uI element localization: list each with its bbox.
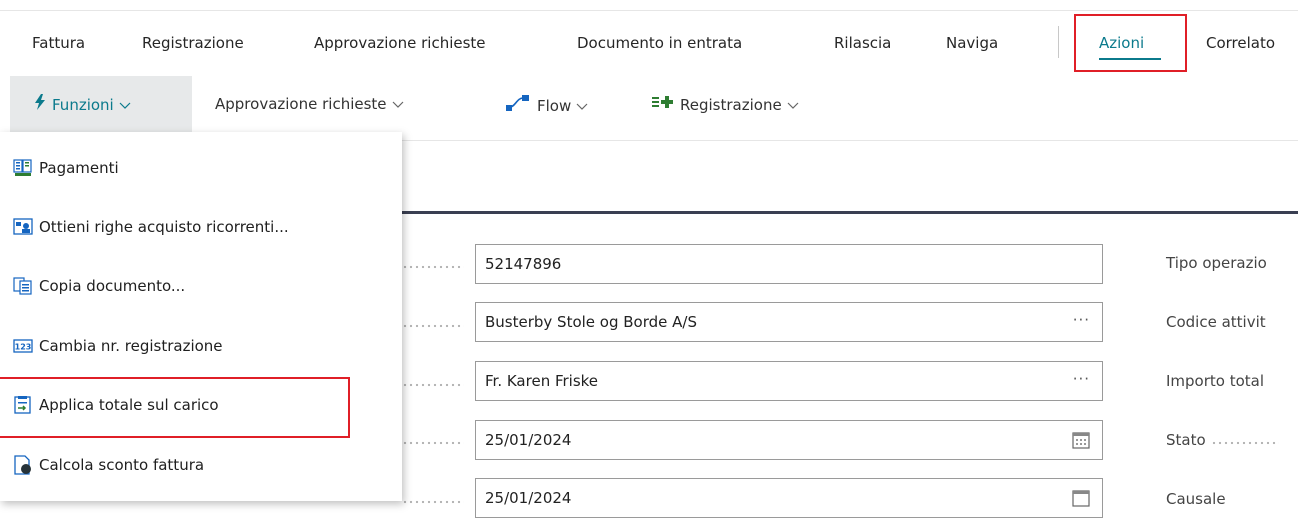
menu-item-ottieni-righe[interactable]: Ottieni righe acquisto ricorrenti... [13,216,289,238]
menu-correlato[interactable]: Correlato [1206,33,1275,53]
menu-item-label: Pagamenti [39,159,119,177]
post-icon [652,94,674,115]
chevron-down-icon [576,103,588,110]
flow-label: Flow [537,96,572,115]
label-causale: Causale [1166,490,1226,508]
lightning-icon [34,94,46,115]
field-leader-dots [402,441,464,445]
menu-item-cambia-nr-registrazione[interactable]: 123 Cambia nr. registrazione [13,335,223,357]
field-leader-dots [402,324,464,328]
number-123-icon: 123 [13,339,33,353]
number-field[interactable]: 52147896 [475,244,1103,284]
menu-naviga[interactable]: Naviga [946,33,998,53]
calendar-icon[interactable] [1072,431,1090,453]
approvazione-richieste-button[interactable]: Approvazione richieste [215,94,405,114]
payments-icon [13,159,32,176]
menu-fattura[interactable]: Fattura [32,33,85,53]
menu-rilascia[interactable]: Rilascia [834,33,891,53]
field-value: Busterby Stole og Borde A/S [485,313,697,331]
label-importo-totale: Importo total [1166,372,1265,390]
field-value: 25/01/2024 [485,489,572,507]
menu-item-label: Ottieni righe acquisto ricorrenti... [39,218,289,236]
field-value: 25/01/2024 [485,431,572,449]
svg-text:123: 123 [15,343,32,352]
funzioni-label: Funzioni [52,95,114,114]
funzioni-button[interactable]: Funzioni [34,94,132,115]
calendar-icon[interactable] [1072,489,1090,511]
menu-documento-in-entrata[interactable]: Documento in entrata [577,33,742,53]
field-leader-dots [402,265,464,269]
lookup-ellipsis-button[interactable]: ··· [1073,370,1090,388]
top-divider [0,10,1298,11]
menu-item-copia-documento[interactable]: Copia documento... [13,275,185,297]
field-leader-dots [1211,441,1279,445]
label-codice-attivita: Codice attivit [1166,313,1266,331]
flow-icon [505,94,531,117]
menu-item-calcola-sconto[interactable]: Calcola sconto fattura [13,454,204,476]
chevron-down-icon [119,102,131,109]
date-field[interactable]: 25/01/2024 [475,420,1103,460]
menu-item-label: Cambia nr. registrazione [39,337,223,355]
vendor-name-field[interactable]: Busterby Stole og Borde A/S ··· [475,302,1103,342]
highlight-box-azioni [1074,14,1187,72]
highlight-box-applica-totale [0,377,350,438]
menu-approvazione-richieste[interactable]: Approvazione richieste [314,33,486,53]
field-leader-dots [402,383,464,387]
menu-item-label: Copia documento... [39,277,186,295]
copy-document-icon [13,277,32,295]
field-value: Fr. Karen Friske [485,372,599,390]
label-tipo-operazione: Tipo operazio [1166,254,1267,272]
date-field-2[interactable]: 25/01/2024 [475,478,1103,518]
menu-item-pagamenti[interactable]: Pagamenti [13,157,119,179]
lookup-ellipsis-button[interactable]: ··· [1073,311,1090,329]
recurring-lines-icon [13,218,33,235]
label-stato: Stato [1166,431,1206,449]
registrazione-label: Registrazione [680,95,782,114]
funzioni-dropdown: Pagamenti Ottieni righe acquisto ricorre… [0,132,402,501]
approvazione-label: Approvazione richieste [215,95,387,113]
chevron-down-icon [787,102,799,109]
field-value: 52147896 [485,255,562,273]
menu-separator [1058,26,1059,58]
flow-button[interactable]: Flow [505,94,589,117]
chevron-down-icon [392,101,403,108]
calculate-discount-icon [14,455,31,475]
contact-field[interactable]: Fr. Karen Friske ··· [475,361,1103,401]
menu-registrazione[interactable]: Registrazione [142,33,244,53]
section-divider [402,211,1298,214]
menu-item-label: Calcola sconto fattura [39,456,205,474]
registrazione-button[interactable]: Registrazione [652,94,800,115]
